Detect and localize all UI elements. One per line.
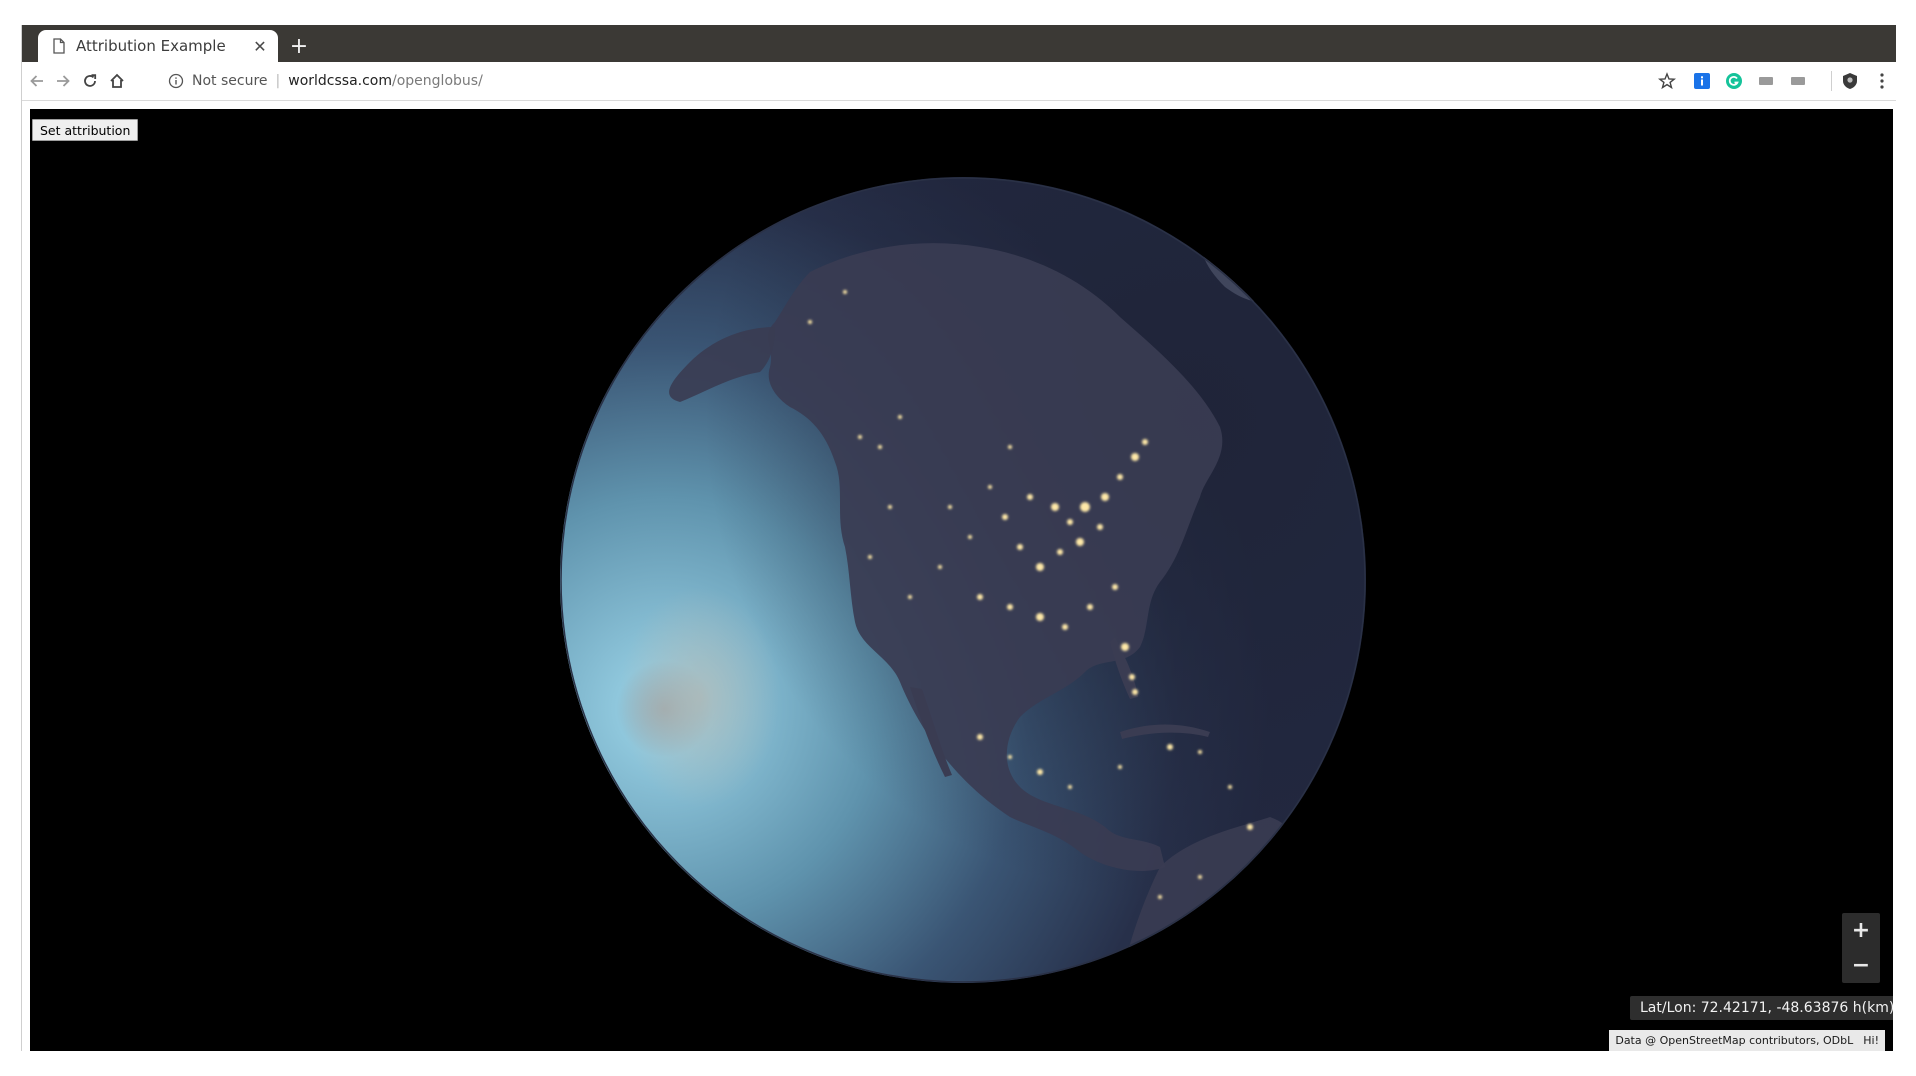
separator-line [1822,71,1842,91]
home-icon [110,73,124,88]
attribution-bar: Data @ OpenStreetMap contributors, ODbL … [1609,1030,1885,1051]
home-button[interactable] [104,68,130,94]
tab-attribution-example[interactable]: Attribution Example ✕ [38,30,278,62]
browser-window: Attribution Example ✕ + Not secure | wor… [21,25,1896,1051]
globe[interactable] [560,177,1366,983]
reload-button[interactable] [77,68,103,94]
menu-icon[interactable] [1872,71,1892,91]
info-icon[interactable] [168,73,184,89]
grammarly-icon[interactable] [1724,71,1744,91]
zoom-out-button[interactable]: − [1842,948,1880,983]
globe-viewport[interactable]: Set attribution + − Lat/Lon: 72.42171, -… [30,109,1893,1051]
forward-button[interactable] [50,68,76,94]
back-button[interactable] [24,68,50,94]
coordinates-readout: Lat/Lon: 72.42171, -48.63876 h(km): - [1630,996,1893,1020]
arrow-left-icon [30,75,43,87]
security-status: Not secure [192,73,268,89]
arrow-right-icon [57,75,70,87]
new-tab-button[interactable]: + [286,33,312,59]
separator: | [275,73,281,89]
extension-icon[interactable] [1788,71,1808,91]
attribution-hi: Hi! [1863,1034,1879,1047]
document-icon [52,38,66,54]
address-bar[interactable]: Not secure | worldcssa.com/openglobus/ [168,67,483,95]
profile-icon[interactable] [1840,71,1860,91]
zoom-in-button[interactable]: + [1842,913,1880,948]
url-host: worldcssa.com [288,73,393,89]
set-attribution-button[interactable]: Set attribution [32,119,139,141]
star-icon[interactable] [1657,71,1677,91]
attribution-text: Data @ OpenStreetMap contributors, ODbL [1615,1034,1854,1047]
tab-strip: Attribution Example ✕ + [22,25,1896,62]
zoom-control: + − [1842,913,1880,983]
browser-toolbar: Not secure | worldcssa.com/openglobus/ [22,62,1896,101]
url-path: /openglobus/ [392,73,483,89]
tab-title: Attribution Example [76,37,226,55]
reload-icon [84,74,97,87]
info-extension-icon[interactable] [1692,71,1712,91]
extension-icon[interactable] [1756,71,1776,91]
close-icon[interactable]: ✕ [250,36,270,56]
